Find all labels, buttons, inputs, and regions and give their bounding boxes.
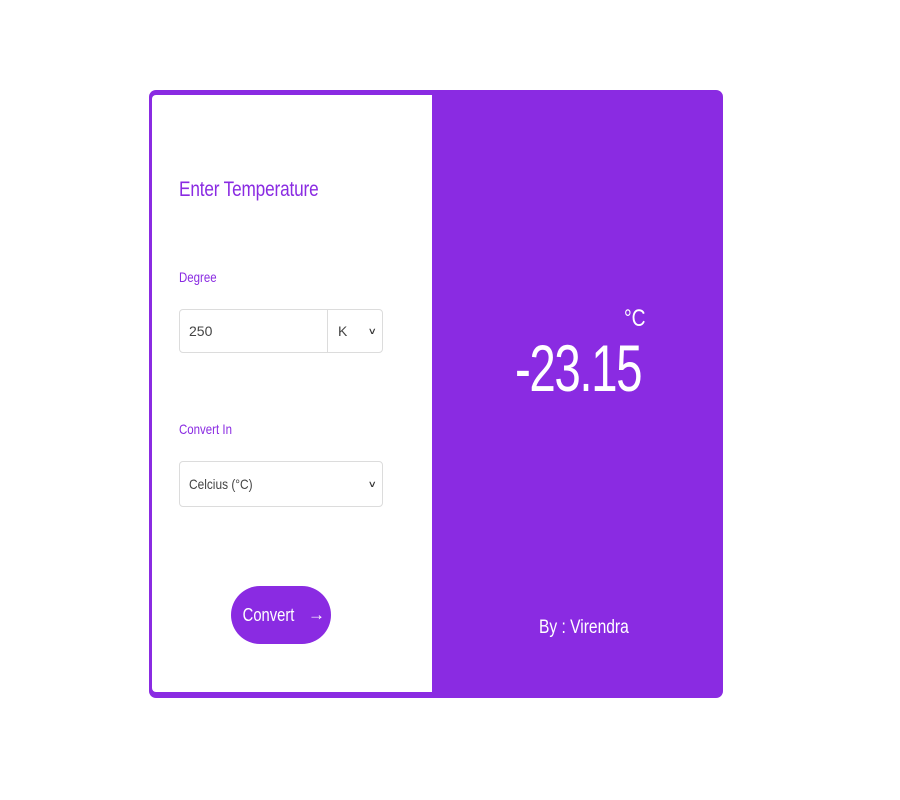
degree-unit-value: K xyxy=(338,323,348,339)
form-heading: Enter Temperature xyxy=(179,178,319,201)
arrow-right-icon: → xyxy=(308,605,326,624)
converter-card: Enter Temperature Degree K ∨ Convert In … xyxy=(149,90,723,698)
convert-unit-select[interactable]: Celcius (°C) ∨ xyxy=(179,461,383,507)
result-value: -23.15 xyxy=(515,331,643,405)
convert-button[interactable]: Convert → xyxy=(231,586,331,644)
input-panel: Enter Temperature Degree K ∨ Convert In … xyxy=(152,95,432,692)
result-unit: °C xyxy=(624,305,646,332)
author-credit: By : Virendra xyxy=(539,617,629,638)
degree-unit-select[interactable]: K ∨ xyxy=(328,310,382,352)
degree-label: Degree xyxy=(179,269,217,285)
degree-input-group: K ∨ xyxy=(179,309,383,353)
chevron-down-icon: ∨ xyxy=(368,325,378,336)
convert-unit-value: Celcius (°C) xyxy=(189,476,253,492)
chevron-down-icon: ∨ xyxy=(368,478,378,489)
convert-button-label: Convert xyxy=(242,604,295,625)
convert-in-label: Convert In xyxy=(179,421,232,437)
degree-input[interactable] xyxy=(180,310,328,352)
